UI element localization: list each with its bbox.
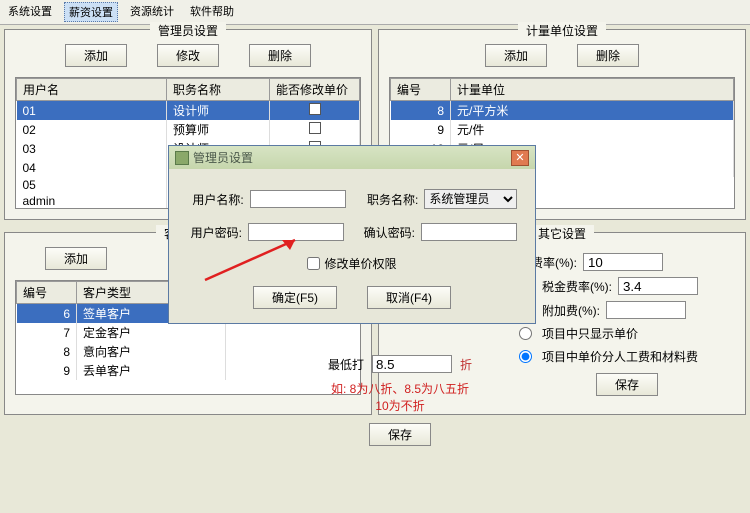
admin-edit-button[interactable]: 修改 <box>157 44 219 67</box>
other-title: 其它设置 <box>530 225 594 242</box>
dialog-title-text: 管理员设置 <box>193 149 253 166</box>
col-unit: 计量单位 <box>451 79 734 101</box>
discount-hint: 如: 8为八折、8.5为八五折 10为不折 <box>300 381 500 415</box>
perm-checkbox[interactable] <box>307 257 320 270</box>
perm-check[interactable] <box>309 122 321 134</box>
extra-label: 附加费(%): <box>542 302 600 319</box>
role-label: 职务名称: <box>362 191 419 208</box>
opt2-label: 项目中单价分人工费和材料费 <box>542 348 698 365</box>
cust-add-button[interactable]: 添加 <box>45 247 107 270</box>
min-label: 最低打 <box>328 356 364 373</box>
unit-add-button[interactable]: 添加 <box>485 44 547 67</box>
user-field[interactable] <box>250 190 346 208</box>
table-row[interactable]: 9元/件 <box>391 120 734 139</box>
table-row[interactable]: 9丢单客户 <box>17 361 226 380</box>
opt1-label: 项目中只显示单价 <box>542 325 638 342</box>
perm-check[interactable] <box>309 103 321 115</box>
extra-field[interactable] <box>606 301 686 319</box>
table-row[interactable]: 01设计师 <box>17 101 360 121</box>
admin-title: 管理员设置 <box>150 22 226 39</box>
tax-label: 税金费率(%): <box>542 278 612 295</box>
tax-field[interactable] <box>618 277 698 295</box>
close-icon[interactable]: ✕ <box>511 150 529 166</box>
unit-title: 计量单位设置 <box>518 22 606 39</box>
col-id: 编号 <box>17 282 77 304</box>
perm-label: 修改单价权限 <box>324 255 396 272</box>
admin-add-button[interactable]: 添加 <box>65 44 127 67</box>
table-row[interactable]: 8意向客户 <box>17 342 226 361</box>
min-discount-field[interactable] <box>372 355 452 373</box>
other-save-button[interactable]: 保存 <box>596 373 658 396</box>
user-label: 用户名称: <box>187 191 244 208</box>
col-id: 编号 <box>391 79 451 101</box>
table-row[interactable]: 02预算师 <box>17 120 360 139</box>
mgmt-field[interactable] <box>583 253 663 271</box>
menu-salary[interactable]: 薪资设置 <box>64 2 118 22</box>
role-select[interactable]: 系统管理员 <box>424 189 517 209</box>
pwd2-label: 确认密码: <box>360 224 415 241</box>
admin-dialog: 管理员设置 ✕ 用户名称: 职务名称: 系统管理员 用户密码: 确认密码: 修改… <box>168 145 536 324</box>
table-row[interactable]: 7定金客户 <box>17 323 226 342</box>
price-only-radio[interactable] <box>519 327 532 340</box>
pwd-label: 用户密码: <box>187 224 242 241</box>
menu-help[interactable]: 软件帮助 <box>186 2 238 22</box>
table-row[interactable]: 8元/平方米 <box>391 101 734 121</box>
col-user: 用户名 <box>17 79 167 101</box>
dialog-icon <box>175 151 189 165</box>
price-split-radio[interactable] <box>519 350 532 363</box>
pwd-field[interactable] <box>248 223 344 241</box>
menu-stats[interactable]: 资源统计 <box>126 2 178 22</box>
discount-save-button[interactable]: 保存 <box>369 423 431 446</box>
ok-button[interactable]: 确定(F5) <box>253 286 337 309</box>
menu-bar: 系统设置 薪资设置 资源统计 软件帮助 <box>0 0 750 25</box>
col-role: 职务名称 <box>167 79 270 101</box>
discount-suffix: 折 <box>460 356 472 373</box>
pwd2-field[interactable] <box>421 223 517 241</box>
admin-delete-button[interactable]: 删除 <box>249 44 311 67</box>
discount-area: 最低打 折 如: 8为八折、8.5为八五折 10为不折 保存 <box>300 355 500 454</box>
unit-delete-button[interactable]: 删除 <box>577 44 639 67</box>
cancel-button[interactable]: 取消(F4) <box>367 286 451 309</box>
col-perm: 能否修改单价 <box>270 79 360 101</box>
menu-system[interactable]: 系统设置 <box>4 2 56 22</box>
